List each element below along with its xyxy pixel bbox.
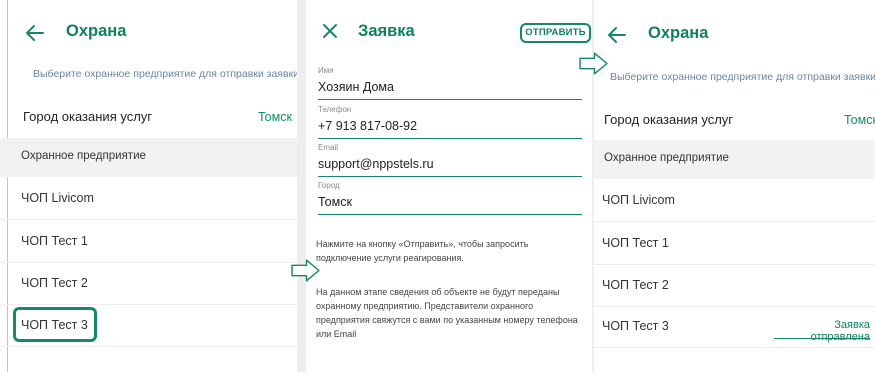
list-item-label: ЧОП Тест 1	[602, 236, 669, 250]
gutter-left	[297, 0, 306, 372]
app-bar: Охрана	[594, 0, 875, 62]
list-item[interactable]: ЧОП Тест 1	[0, 220, 297, 263]
page-subtitle: Выберите охранное предприятие для отправ…	[33, 68, 297, 80]
city-value[interactable]: Томск	[844, 113, 875, 127]
back-arrow-icon[interactable]	[24, 22, 46, 44]
flow-arrow-icon	[291, 259, 320, 282]
screen-security-list: Охрана Выберите охранное предприятие для…	[0, 0, 297, 372]
name-field[interactable]: Имя Хозяин Дома	[318, 66, 582, 100]
list-item[interactable]: ЧОП Тест 2	[0, 262, 297, 305]
city-value[interactable]: Томск	[258, 110, 292, 124]
page-title: Охрана	[66, 22, 127, 40]
info-text-2: На данном этапе сведения об объекте не б…	[316, 287, 578, 339]
field-label: Имя	[318, 66, 334, 75]
field-value[interactable]: +7 913 817-08-92	[318, 119, 417, 133]
list-item-label: ЧОП Тест 3	[602, 319, 669, 333]
section-title: Охранное предприятие	[21, 150, 146, 162]
selection-highlight	[13, 307, 97, 342]
list-item-label: ЧОП Livicom	[602, 193, 675, 207]
close-icon[interactable]	[320, 21, 340, 41]
list-item-label: ЧОП Тест 1	[21, 234, 88, 248]
flow-arrow-icon	[579, 52, 608, 75]
list-item-label: ЧОП Тест 2	[602, 278, 669, 292]
section-header: Охранное предприятие	[594, 140, 875, 179]
back-arrow-icon[interactable]	[606, 24, 628, 46]
phone-field[interactable]: Телефон +7 913 817-08-92	[318, 105, 582, 139]
app-bar: Заявка ОТПРАВИТЬ	[306, 0, 592, 62]
field-label: Телефон	[318, 105, 352, 114]
info-text-1: Нажмите на кнопку «Отправить», чтобы зап…	[316, 239, 529, 263]
field-value[interactable]: Хозяин Дома	[318, 80, 394, 94]
city-row[interactable]: Город оказания услуг Томск	[0, 96, 297, 138]
list-item[interactable]: ЧОП Тест 2	[594, 264, 875, 307]
field-value[interactable]: Томск	[318, 195, 352, 209]
city-field[interactable]: Город Томск	[318, 181, 582, 215]
list-item[interactable]: ЧОП Livicom	[594, 179, 875, 222]
field-value[interactable]: support@nppstels.ru	[318, 157, 434, 171]
city-label: Город оказания услуг	[23, 109, 153, 124]
email-field[interactable]: Email support@nppstels.ru	[318, 143, 582, 177]
page-title: Заявка	[358, 22, 415, 40]
list-item-label: ЧОП Livicom	[21, 191, 94, 205]
app-bar: Охрана	[0, 0, 297, 62]
screen-request-form: Заявка ОТПРАВИТЬ Имя Хозяин Дома Телефон…	[306, 0, 592, 372]
send-button[interactable]: ОТПРАВИТЬ	[520, 23, 591, 43]
list-item[interactable]: ЧОП Livicom	[0, 177, 297, 220]
page-subtitle: Выберите охранное предприятие для отправ…	[610, 71, 875, 83]
section-title: Охранное предприятие	[604, 152, 729, 164]
request-sent-label: Заявка отправлена	[774, 319, 870, 343]
page-title: Охрана	[648, 24, 709, 42]
list-item-label: ЧОП Тест 2	[21, 276, 88, 290]
screen-security-list-sent: Охрана Выберите охранное предприятие для…	[594, 0, 875, 372]
field-label: Город	[318, 181, 340, 190]
city-label: Город оказания услуг	[604, 112, 734, 127]
section-header: Охранное предприятие	[0, 138, 297, 177]
city-row[interactable]: Город оказания услуг Томск	[594, 99, 875, 141]
field-label: Email	[318, 143, 339, 152]
list-item[interactable]: ЧОП Тест 1	[594, 222, 875, 265]
